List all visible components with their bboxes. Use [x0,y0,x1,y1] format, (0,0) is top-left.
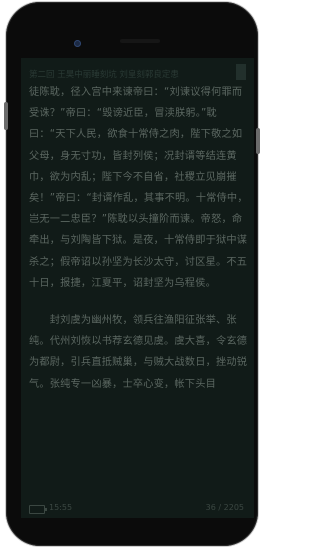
status-footer: 15:55 36 / 2205 [21,498,254,518]
clock-time: 15:55 [49,503,73,512]
chapter-title: 第二回 王昊中丽睡刻坑 刘皇刻郭良定患 [29,70,179,80]
battery-icon [29,505,47,514]
paragraph: 徒陈耽，径入宫中来谏帝曰：“刘谏议得何罪而受诛？”帝曰：“毁谤近臣，冒渎朕躬。”… [29,87,248,289]
front-camera-icon [74,40,81,47]
reader-screen[interactable]: 第二回 王昊中丽睡刻坑 刘皇刻郭良定患 徒陈耽，径入宫中来谏帝曰：“刘谏议得何罪… [21,58,254,518]
phone-frame: 第二回 王昊中丽睡刻坑 刘皇刻郭良定患 徒陈耽，径入宫中来谏帝曰：“刘谏议得何罪… [4,2,260,546]
volume-button [4,102,8,130]
speaker-grille [120,39,160,43]
reading-content[interactable]: 徒陈耽，径入宫中来谏帝曰：“刘谏议得何罪而受诛？”帝曰：“毁谤近臣，冒渎朕躬。”… [29,82,250,395]
paragraph: 封刘虞为幽州牧，领兵往渔阳征张举、张纯。代州刘恢以书荐玄德见虞。虞大喜，令玄德为… [29,315,248,390]
power-button [256,128,260,154]
page-progress: 36 / 2205 [205,503,244,512]
bookmark-icon[interactable] [236,64,246,80]
